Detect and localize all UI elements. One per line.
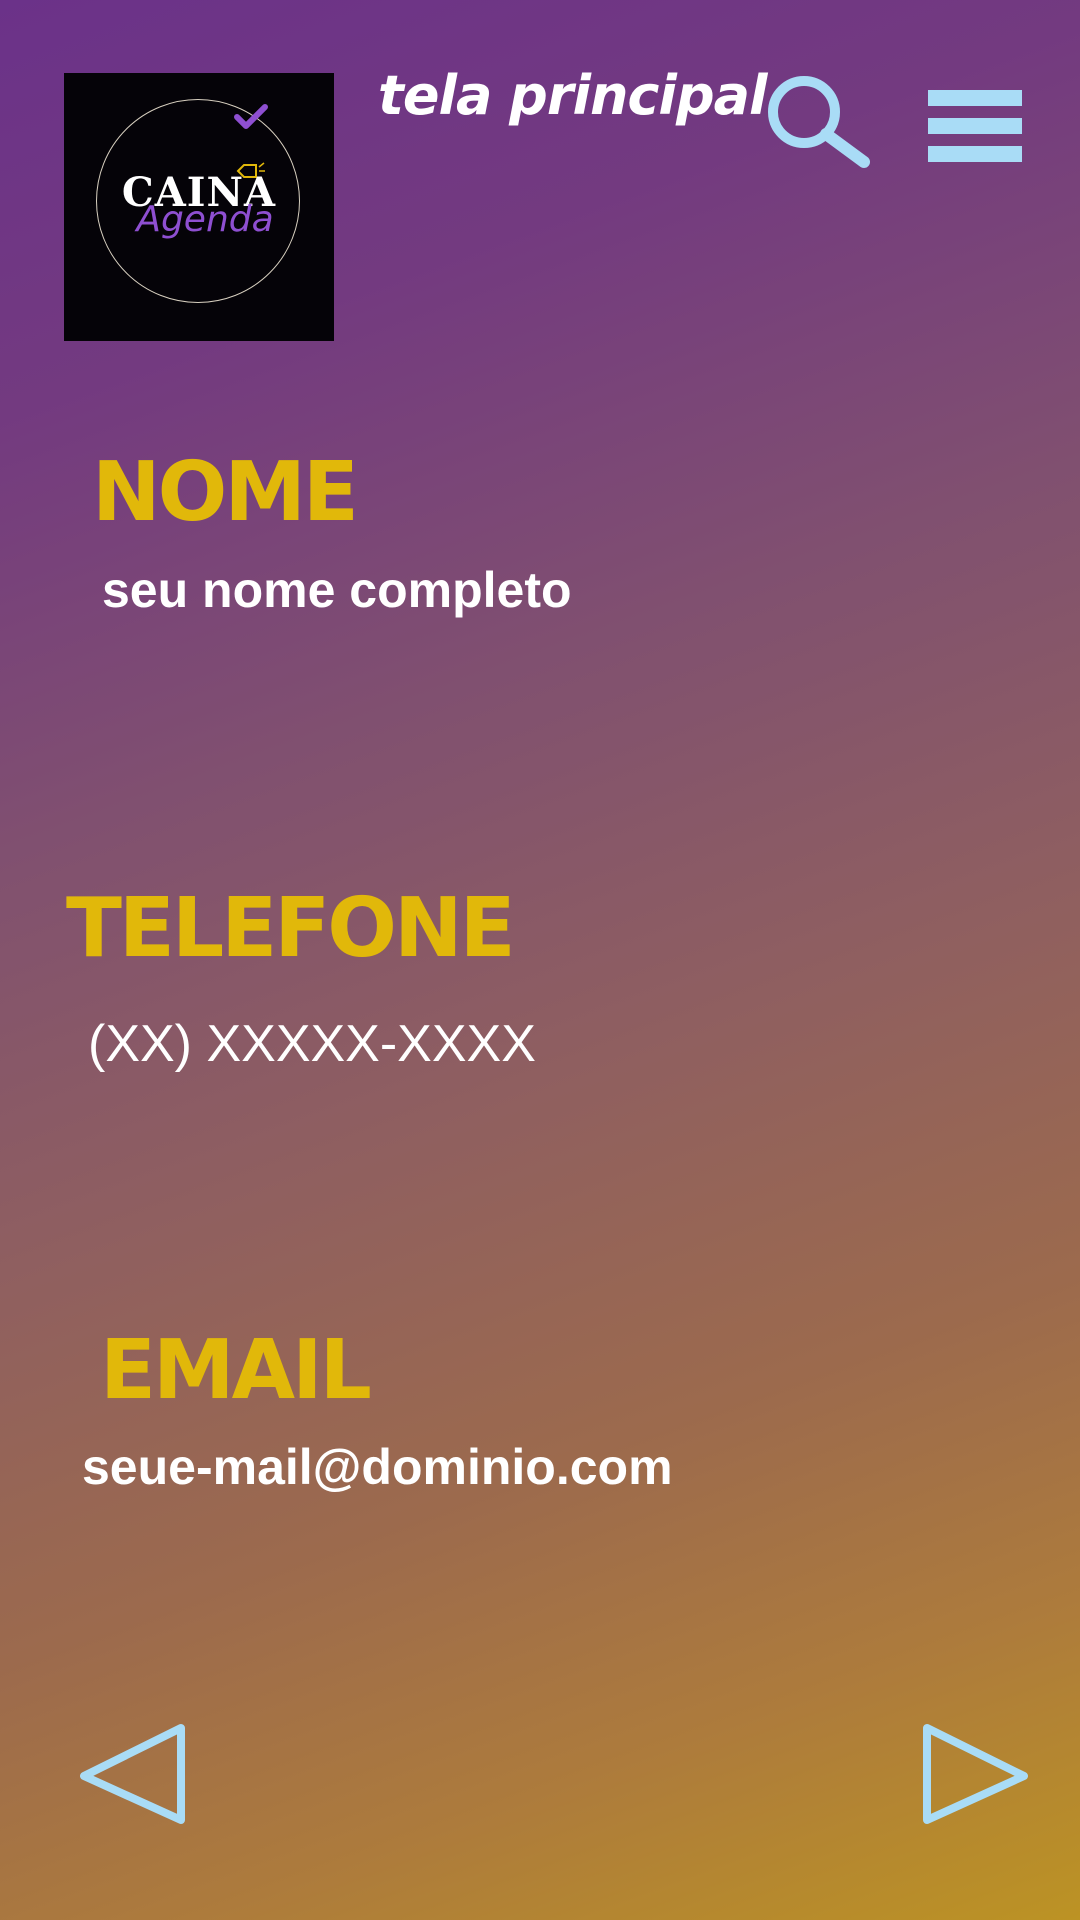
hamburger-menu-icon[interactable] (928, 90, 1022, 162)
triangle-left-icon[interactable] (78, 1722, 188, 1826)
email-label: EMAIL (100, 1323, 372, 1418)
nome-field[interactable]: seu nome completo (102, 565, 572, 615)
check-icon (234, 104, 268, 129)
search-icon[interactable] (762, 72, 872, 172)
telefone-field[interactable]: (XX) XXXXX-XXXX (88, 1018, 536, 1070)
page-title: tela principal (378, 64, 768, 127)
nome-label: NOME (92, 445, 359, 540)
email-field[interactable]: seue-mail@dominio.com (82, 1442, 673, 1492)
telefone-label: TELEFONE (66, 881, 516, 976)
menu-bar (928, 118, 1022, 134)
app-logo: CAINA Agenda (64, 73, 334, 341)
triangle-right-icon[interactable] (920, 1722, 1030, 1826)
menu-bar (928, 146, 1022, 162)
logo-brand-bottom: Agenda (136, 199, 274, 240)
menu-bar (928, 90, 1022, 106)
